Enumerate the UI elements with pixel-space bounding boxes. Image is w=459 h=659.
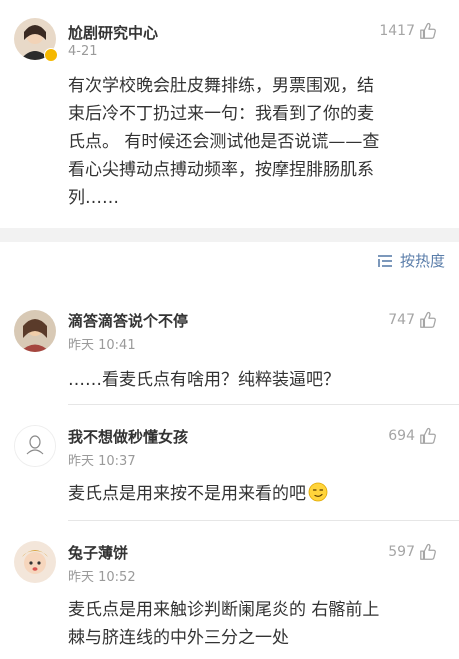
comment-username[interactable]: 滴答滴答说个不停	[68, 310, 188, 331]
like-count: 747	[388, 312, 415, 328]
sort-toggle[interactable]: 按热度	[376, 250, 445, 271]
smirk-emoji-icon	[308, 482, 328, 502]
post-like-button[interactable]: 1417	[379, 22, 437, 40]
post-body-line: 列……	[68, 188, 119, 208]
comment-like-button[interactable]: 747	[388, 311, 437, 329]
sort-label: 按热度	[399, 252, 445, 270]
comment-like-button[interactable]: 597	[388, 543, 437, 561]
like-count: 694	[388, 428, 415, 444]
post-timestamp: 4-21	[68, 44, 98, 59]
comment-divider	[68, 520, 459, 521]
like-count: 1417	[379, 23, 415, 39]
comment-text-line: 棘与脐连线的中外三分之一处	[68, 628, 289, 648]
post-username[interactable]: 尬剧研究中心	[68, 22, 158, 43]
avatar[interactable]	[14, 310, 56, 352]
comment-username[interactable]: 我不想做秒懂女孩	[68, 426, 188, 447]
main-post: 尬剧研究中心 4-21 1417 有次学校晚会肚皮舞排练，男票围观，结 束后冷不…	[0, 0, 459, 228]
comment-timestamp: 昨天 10:41	[68, 338, 136, 353]
comment-text-line: ……看麦氏点有啥用？纯粹装逼吧？	[68, 370, 340, 390]
thumbs-up-icon	[420, 22, 436, 39]
post-body-line: 束后冷不丁扔过来一句：我看到了你的麦	[68, 104, 374, 124]
post-body-line: 有次学校晚会肚皮舞排练，男票围观，结	[68, 76, 374, 96]
avatar[interactable]	[14, 541, 56, 583]
thumbs-up-icon	[420, 427, 436, 444]
comment-username[interactable]: 兔子薄饼	[68, 542, 128, 563]
section-divider	[0, 228, 459, 242]
comment-text: ……看麦氏点有啥用？纯粹装逼吧？	[68, 366, 452, 394]
comment-text-line: 麦氏点是用来触诊判断阑尾炎的 右髂前上	[68, 600, 380, 620]
comment-text-line: 麦氏点是用来按不是用来看的吧	[68, 484, 306, 504]
comment-timestamp: 昨天 10:52	[68, 570, 136, 585]
comment-like-button[interactable]: 694	[388, 427, 437, 445]
post-body: 有次学校晚会肚皮舞排练，男票围观，结 束后冷不丁扔过来一句：我看到了你的麦 氏点…	[68, 72, 452, 212]
comment-text: 麦氏点是用来触诊判断阑尾炎的 右髂前上 棘与脐连线的中外三分之一处	[68, 596, 452, 652]
thumbs-up-icon	[420, 543, 436, 560]
post-body-line: 氏点。 有时候还会测试他是否说谎——查	[68, 132, 380, 152]
like-count: 597	[388, 544, 415, 560]
comment-text: 麦氏点是用来按不是用来看的吧	[68, 480, 452, 508]
sort-icon	[377, 254, 392, 267]
post-body-line: 看心尖搏动点搏动频率，按摩捏腓肠肌系	[68, 160, 374, 180]
comment-divider	[68, 404, 459, 405]
avatar[interactable]	[14, 425, 56, 467]
thumbs-up-icon	[420, 311, 436, 328]
comment-timestamp: 昨天 10:37	[68, 454, 136, 469]
verified-badge-icon	[44, 48, 58, 62]
